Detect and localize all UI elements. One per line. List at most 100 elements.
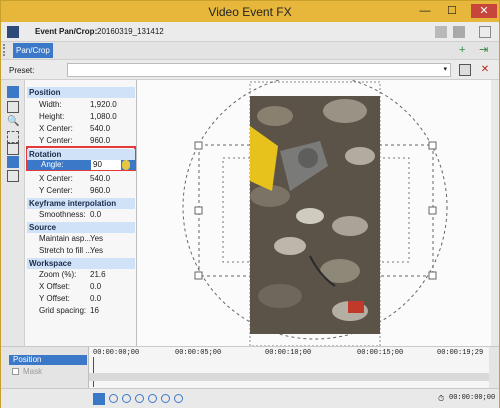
close-button[interactable]: ✕ (471, 4, 497, 18)
chain-icon[interactable] (453, 26, 465, 38)
lock-aspect-icon[interactable] (7, 156, 19, 168)
keyframe-timeline: Position Mask 00:00:00;00 00:00:05;00 00… (1, 346, 499, 408)
y-center-label: Y Center: (39, 136, 73, 145)
width-row[interactable]: Width: 1,920.0 (27, 100, 135, 110)
last-keyframe-icon[interactable] (148, 394, 157, 403)
stretch-to-fill-label: Stretch to fill ... (39, 246, 92, 255)
grip-icon (3, 44, 9, 56)
title-bar: Video Event FX — ☐ ✕ (1, 1, 499, 22)
track-list: Position Mask (1, 347, 89, 388)
timeline-scrollbar[interactable] (89, 373, 489, 381)
angle-input[interactable]: 90 (91, 160, 121, 170)
rotation-x-center-row[interactable]: X Center: 540.0 (27, 174, 135, 184)
y-offset-row[interactable]: Y Offset: 0.0 (27, 294, 135, 304)
smoothness-value[interactable]: 0.0 (90, 210, 101, 220)
handle-bottom-right[interactable] (428, 271, 437, 280)
preset-dropdown[interactable]: ▾ (67, 63, 451, 77)
playhead[interactable] (93, 357, 94, 387)
add-plugin-icon[interactable]: + (459, 45, 471, 57)
rotation-x-center-label: X Center: (39, 174, 73, 183)
maximize-button[interactable]: ☐ (441, 4, 463, 18)
angle-row[interactable]: Angle: 90 (27, 160, 135, 170)
grid-spacing-label: Grid spacing: (39, 306, 87, 315)
height-row[interactable]: Height: 1,080.0 (27, 112, 135, 122)
handle-top-right[interactable] (428, 141, 437, 150)
handle-bottom-left[interactable] (194, 271, 203, 280)
rotation-section-header[interactable]: Rotation (27, 149, 135, 160)
normal-edit-tool-icon[interactable] (7, 86, 19, 98)
timeline-tick-end: 00:00:19;29 (437, 349, 484, 357)
x-offset-row[interactable]: X Offset: 0.0 (27, 282, 135, 292)
timeline-transport-bar: ⏱ 00:00:00;00 (1, 388, 499, 408)
crop-tool-icon[interactable] (7, 131, 19, 143)
handle-top-left[interactable] (194, 141, 203, 150)
stretch-to-fill-value[interactable]: Yes (90, 246, 103, 256)
add-keyframe-icon[interactable] (161, 394, 170, 403)
zoom-label: Zoom (%): (39, 270, 77, 279)
angle-label: Angle: (41, 160, 64, 169)
event-icon (7, 26, 19, 38)
y-center-row[interactable]: Y Center: 960.0 (27, 136, 135, 146)
x-center-value[interactable]: 540.0 (90, 124, 110, 134)
tool-bar: 🔍 (1, 80, 25, 346)
grid-spacing-row[interactable]: Grid spacing: 16 (27, 306, 135, 316)
minimize-button[interactable]: — (414, 4, 436, 18)
handle-right[interactable] (428, 206, 437, 215)
stretch-to-fill-row[interactable]: Stretch to fill ... Yes (27, 246, 135, 256)
delete-preset-icon[interactable]: ✕ (479, 64, 491, 76)
track-position[interactable]: Position (9, 355, 87, 365)
track-mask[interactable]: Mask (9, 367, 87, 377)
x-offset-value[interactable]: 0.0 (90, 282, 101, 292)
maintain-aspect-row[interactable]: Maintain asp... Yes (27, 234, 135, 244)
canvas-scrollbar[interactable] (491, 80, 499, 346)
zoom-row[interactable]: Zoom (%): 21.6 (27, 270, 135, 280)
source-section-header[interactable]: Source (27, 222, 135, 233)
timeline-ruler-area[interactable]: 00:00:00;00 00:00:05;00 00:00:10;00 00:0… (89, 347, 489, 388)
position-section-header[interactable]: Position (27, 87, 135, 98)
x-center-row[interactable]: X Center: 540.0 (27, 124, 135, 134)
rotation-y-center-value[interactable]: 960.0 (90, 186, 110, 196)
y-offset-value[interactable]: 0.0 (90, 294, 101, 304)
keyframe-section-header[interactable]: Keyframe interpolation (27, 198, 135, 209)
handle-left[interactable] (194, 206, 203, 215)
remove-plugin-icon[interactable]: ⇥ (479, 45, 491, 57)
center-tool-icon[interactable] (7, 143, 19, 155)
tab-pan-crop[interactable]: Pan/Crop (13, 43, 53, 58)
chevron-down-icon: ▾ (443, 66, 447, 73)
width-value[interactable]: 1,920.0 (90, 100, 117, 110)
angle-spin-icon[interactable] (122, 160, 130, 170)
split-screen-icon[interactable] (435, 26, 447, 38)
first-keyframe-icon[interactable] (109, 394, 118, 403)
move-tool-icon[interactable] (7, 101, 19, 113)
maintain-aspect-label: Maintain asp... (39, 234, 92, 243)
properties-panel: Position Width: 1,920.0 Height: 1,080.0 X … (25, 80, 137, 346)
timeline-start-time: 00:00:00;00 (93, 349, 140, 357)
rotation-x-center-value[interactable]: 540.0 (90, 174, 110, 184)
options-icon[interactable] (479, 26, 491, 38)
rotation-y-center-label: Y Center: (39, 186, 73, 195)
x-center-label: X Center: (39, 124, 73, 133)
rubble-picture (250, 96, 380, 334)
mask-checkbox[interactable] (12, 368, 19, 375)
y-center-value[interactable]: 960.0 (90, 136, 110, 146)
zoom-value[interactable]: 21.6 (90, 270, 106, 280)
snap-grid-icon[interactable] (7, 170, 19, 182)
height-value[interactable]: 1,080.0 (90, 112, 117, 122)
delete-keyframe-icon[interactable] (174, 394, 183, 403)
grid-spacing-value[interactable]: 16 (90, 306, 99, 316)
video-event-fx-window: Video Event FX — ☐ ✕ Event Pan/Crop: 201… (0, 0, 500, 408)
previous-keyframe-icon[interactable] (122, 394, 131, 403)
event-label: Event Pan/Crop: (35, 27, 98, 36)
save-preset-icon[interactable] (459, 64, 471, 76)
timeline-tick-5s: 00:00:05;00 (175, 349, 222, 357)
zoom-tool-icon[interactable]: 🔍 (7, 116, 19, 128)
next-keyframe-icon[interactable] (135, 394, 144, 403)
timeline-vscroll[interactable] (489, 347, 499, 388)
rotation-y-center-row[interactable]: Y Center: 960.0 (27, 186, 135, 196)
sync-cursor-icon[interactable] (93, 393, 105, 405)
video-frame-image (250, 96, 380, 334)
preset-row: Preset: ▾ ✕ (1, 60, 499, 80)
maintain-aspect-value[interactable]: Yes (90, 234, 103, 244)
workspace-section-header[interactable]: Workspace (27, 258, 135, 269)
smoothness-row[interactable]: Smoothness: 0.0 (27, 210, 135, 220)
